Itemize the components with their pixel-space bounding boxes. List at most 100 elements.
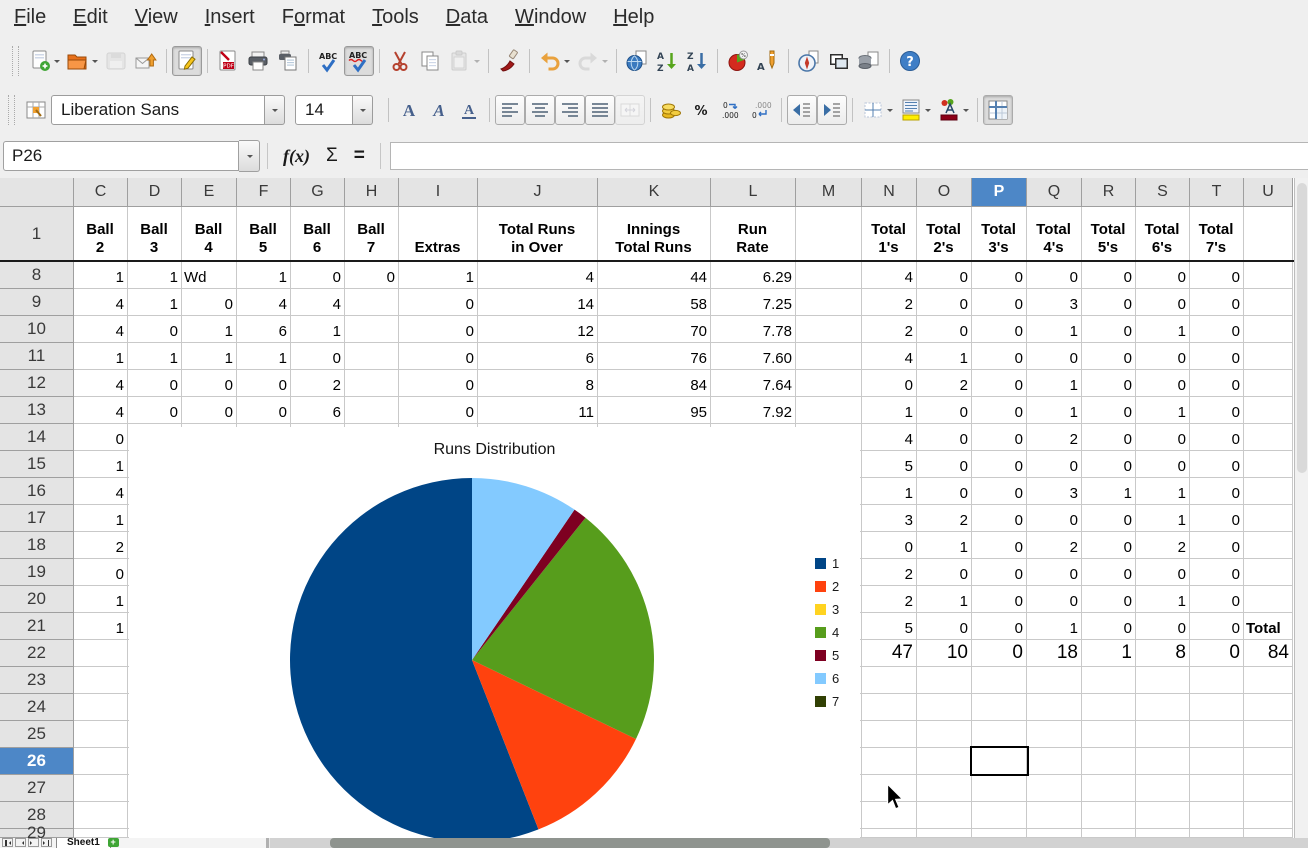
column-header-G[interactable]: G [291,178,345,207]
cell-C11[interactable]: 1 [74,343,128,370]
cell-R19[interactable]: 0 [1082,559,1136,586]
cell-N9[interactable]: 2 [862,289,917,316]
sheet-last-button[interactable] [41,838,52,847]
cell-O9[interactable]: 0 [917,289,972,316]
cell-I9[interactable]: 0 [399,289,478,316]
cell-T21[interactable]: 0 [1190,613,1244,640]
cell-L12[interactable]: 7.64 [711,370,796,397]
column-header-K[interactable]: K [598,178,711,207]
column-header-N[interactable]: N [862,178,917,207]
menu-item-file[interactable]: File [14,6,46,29]
cell-I13[interactable]: 0 [399,397,478,424]
align-right-button[interactable] [555,95,585,125]
column-header-S[interactable]: S [1136,178,1190,207]
cell-I1[interactable]: Extras [399,207,478,260]
column-header-D[interactable]: D [128,178,182,207]
cell-G13[interactable]: 6 [291,397,345,424]
cell-D13[interactable]: 0 [128,397,182,424]
font-name-value[interactable]: Liberation Sans [51,95,265,125]
cell-D8[interactable]: 1 [128,262,182,289]
row-header-22[interactable]: 22 [0,640,74,667]
cell-O28[interactable] [917,802,972,829]
help-button[interactable]: ? [895,46,925,76]
formula-input[interactable] [390,142,1308,170]
paste-button[interactable] [445,46,483,76]
cell-J11[interactable]: 6 [478,343,598,370]
insert-chart-button[interactable]: % [723,46,753,76]
cell-T9[interactable]: 0 [1190,289,1244,316]
cell-S20[interactable]: 1 [1136,586,1190,613]
cell-S26[interactable] [1136,748,1190,775]
tab-scrollbar-splitter[interactable] [266,838,269,848]
redo-button-dropdown[interactable] [602,60,608,66]
cell-H1[interactable]: Ball 7 [345,207,399,260]
cell-R24[interactable] [1082,694,1136,721]
cell-Q28[interactable] [1027,802,1082,829]
edit-mode-button[interactable] [172,46,202,76]
cell-P15[interactable]: 0 [972,451,1027,478]
cell-Q27[interactable] [1027,775,1082,802]
cell-P18[interactable]: 0 [972,532,1027,559]
new-document-button-dropdown[interactable] [54,60,60,66]
cell-P21[interactable]: 0 [972,613,1027,640]
cell-D1[interactable]: Ball 3 [128,207,182,260]
cell-D12[interactable]: 0 [128,370,182,397]
cell-N29[interactable] [862,829,917,838]
cell-Q20[interactable]: 0 [1027,586,1082,613]
cell-N11[interactable]: 4 [862,343,917,370]
cell-C19[interactable]: 0 [74,559,128,586]
cell-R1[interactable]: Total 5's [1082,207,1136,260]
cell-U29[interactable] [1244,829,1293,838]
cell-Q17[interactable]: 0 [1027,505,1082,532]
cell-R22[interactable]: 1 [1082,640,1136,667]
cell-P25[interactable] [972,721,1027,748]
font-color-button-dropdown[interactable] [963,109,969,115]
row-header-8[interactable]: 8 [0,262,74,289]
cell-Q29[interactable] [1027,829,1082,838]
cell-S22[interactable]: 8 [1136,640,1190,667]
cell-U13[interactable] [1244,397,1293,424]
font-size-value[interactable]: 14 [295,95,353,125]
email-button[interactable] [131,46,161,76]
cell-O11[interactable]: 1 [917,343,972,370]
cell-D10[interactable]: 0 [128,316,182,343]
cell-U17[interactable] [1244,505,1293,532]
cell-R16[interactable]: 1 [1082,478,1136,505]
menu-item-format[interactable]: Format [282,6,345,29]
cell-I8[interactable]: 1 [399,262,478,289]
cell-O21[interactable]: 0 [917,613,972,640]
cell-O10[interactable]: 0 [917,316,972,343]
cell-P16[interactable]: 0 [972,478,1027,505]
row-header-11[interactable]: 11 [0,343,74,370]
cell-T18[interactable]: 0 [1190,532,1244,559]
cell-S29[interactable] [1136,829,1190,838]
cell-P12[interactable]: 0 [972,370,1027,397]
cell-O20[interactable]: 1 [917,586,972,613]
cell-F10[interactable]: 6 [237,316,291,343]
column-header-T[interactable]: T [1190,178,1244,207]
font-size-combobox[interactable]: 14 [295,95,373,125]
cell-O1[interactable]: Total 2's [917,207,972,260]
cell-J13[interactable]: 11 [478,397,598,424]
vertical-scrollbar-thumb[interactable] [1297,183,1307,473]
sheet-tab[interactable]: Sheet1 [56,838,111,848]
cell-O27[interactable] [917,775,972,802]
cell-P24[interactable] [972,694,1027,721]
cell-R23[interactable] [1082,667,1136,694]
row-header-26[interactable]: 26 [0,748,74,775]
cell-N12[interactable]: 0 [862,370,917,397]
cell-N13[interactable]: 1 [862,397,917,424]
cell-U8[interactable] [1244,262,1293,289]
open-button-dropdown[interactable] [92,60,98,66]
cell-S9[interactable]: 0 [1136,289,1190,316]
menu-item-view[interactable]: View [135,6,178,29]
column-header-L[interactable]: L [711,178,796,207]
row-header-19[interactable]: 19 [0,559,74,586]
cell-T16[interactable]: 0 [1190,478,1244,505]
cell-Q11[interactable]: 0 [1027,343,1082,370]
cell-N24[interactable] [862,694,917,721]
cell-U9[interactable] [1244,289,1293,316]
cell-K10[interactable]: 70 [598,316,711,343]
increase-indent-button[interactable] [817,95,847,125]
cell-I12[interactable]: 0 [399,370,478,397]
